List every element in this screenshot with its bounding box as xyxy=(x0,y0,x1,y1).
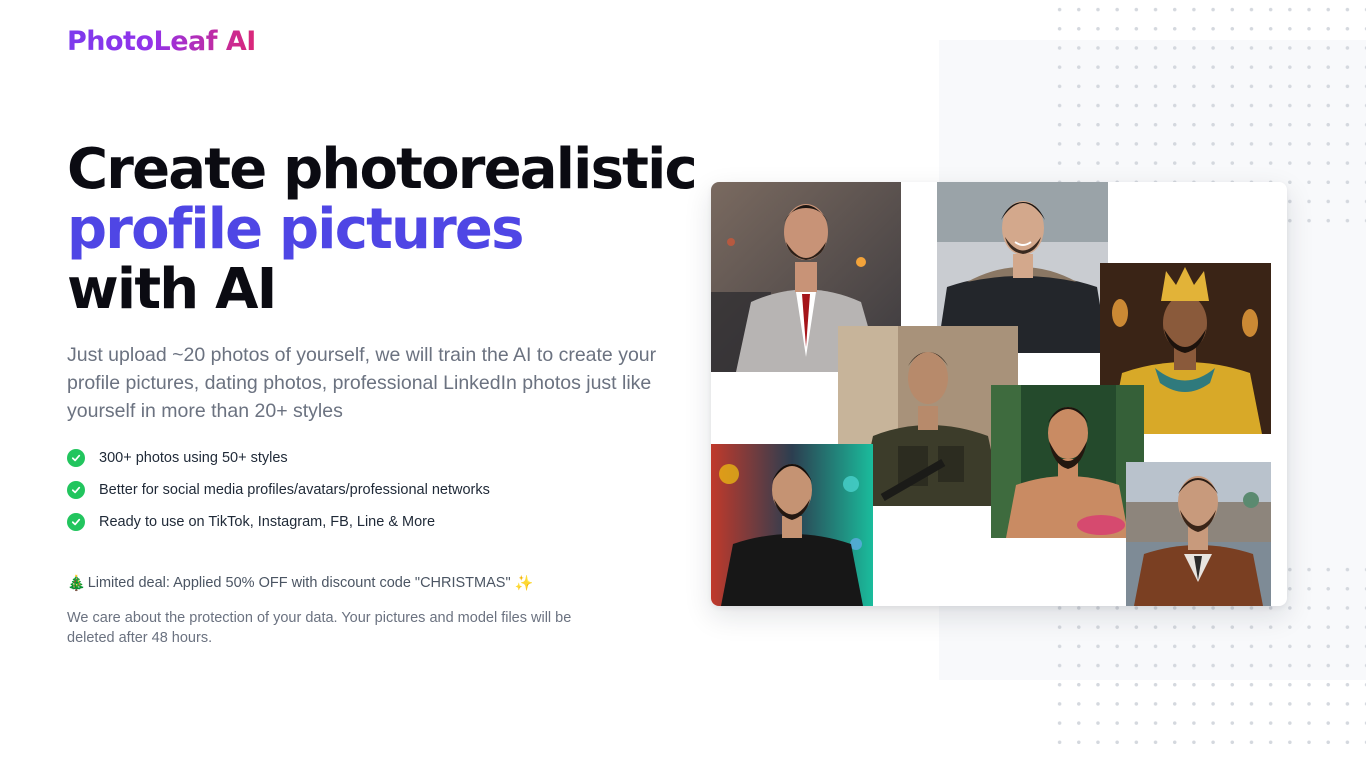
feature-text: Better for social media profiles/avatars… xyxy=(99,482,490,498)
christmas-tree-icon: 🎄 xyxy=(67,575,86,592)
hero-subtitle: Just upload ~20 photos of yourself, we w… xyxy=(67,344,657,422)
discount-text: Limited deal: Applied 50% OFF with disco… xyxy=(87,575,511,591)
collage-photo-forest xyxy=(991,385,1144,538)
check-circle-icon xyxy=(67,481,85,499)
feature-text: Ready to use on TikTok, Instagram, FB, L… xyxy=(99,514,436,530)
privacy-note: We care about the protection of your dat… xyxy=(67,610,572,646)
discount-banner: 🎄 Limited deal: Applied 50% OFF with dis… xyxy=(67,574,533,592)
photo-collage xyxy=(711,182,1287,606)
hero-headline: Create photorealistic profile pictures w… xyxy=(67,137,698,322)
headline-line-3: with AI xyxy=(67,257,277,322)
feature-item: 300+ photos using 50+ styles xyxy=(67,448,490,468)
brand-logo[interactable]: PhotoLeaf AI xyxy=(67,26,256,57)
feature-item: Better for social media profiles/avatars… xyxy=(67,480,490,500)
feature-item: Ready to use on TikTok, Instagram, FB, L… xyxy=(67,512,490,532)
feature-list: 300+ photos using 50+ styles Better for … xyxy=(67,448,490,544)
collage-photo-brown-coat xyxy=(1126,462,1271,606)
collage-photo-leather-jacket xyxy=(711,444,873,606)
hero-section: Create photorealistic profile pictures w… xyxy=(67,137,698,322)
headline-line-1: Create photorealistic xyxy=(67,137,698,202)
sparkles-icon: ✨ xyxy=(514,575,534,592)
check-circle-icon xyxy=(67,513,85,531)
feature-text: 300+ photos using 50+ styles xyxy=(99,450,288,466)
headline-line-2-accent: profile pictures xyxy=(67,197,524,262)
check-circle-icon xyxy=(67,449,85,467)
